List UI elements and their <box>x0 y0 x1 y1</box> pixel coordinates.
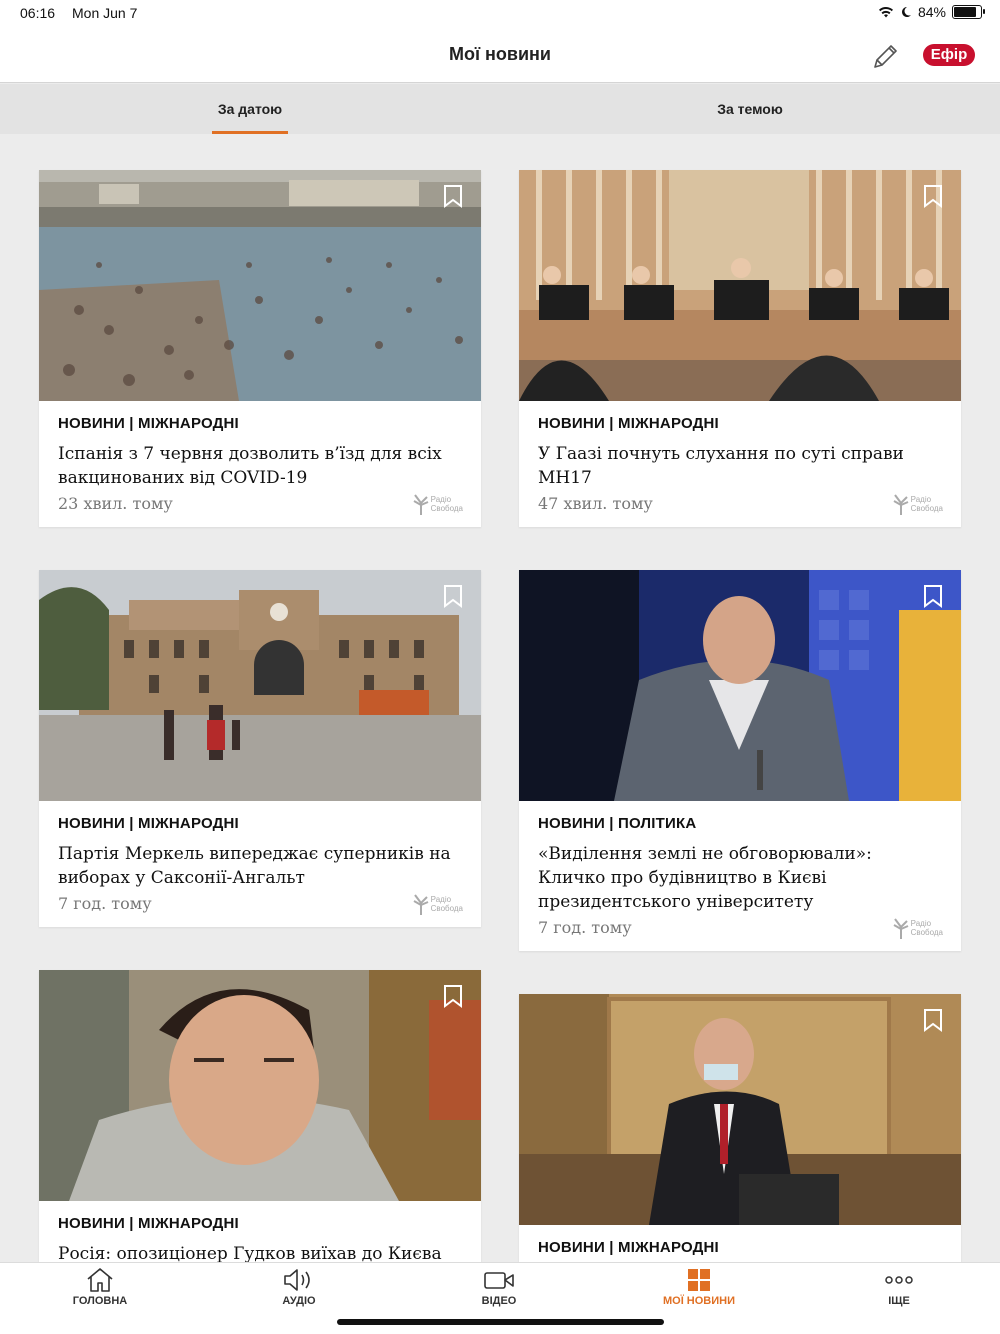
article-card[interactable]: НОВИНИ | ПОЛІТИКА «Виділення землі не об… <box>519 570 961 951</box>
radio-svoboda-logo: Радіо Свобода <box>413 893 463 915</box>
nav-label: ГОЛОВНА <box>72 1295 128 1307</box>
article-card[interactable]: НОВИНИ | МІЖНАРОДНІ Партія Меркель випер… <box>39 570 481 927</box>
audio-icon <box>284 1269 310 1291</box>
home-indicator <box>337 1319 664 1325</box>
nav-label: МОЇ НОВИНИ <box>662 1295 735 1307</box>
article-category: НОВИНИ | МІЖНАРОДНІ <box>58 415 239 432</box>
article-headline[interactable]: «Виділення землі не обговорювали»: Кличк… <box>538 842 942 914</box>
live-button[interactable]: Ефір <box>923 44 975 66</box>
bookmark-icon[interactable] <box>923 584 943 608</box>
nav-label: ІЩЕ <box>888 1295 910 1307</box>
article-headline[interactable]: У Гаазі почнуть слухання по суті справи … <box>538 442 942 490</box>
app-header: Мої новини Ефір <box>0 28 1000 83</box>
nav-audio[interactable]: АУДІО <box>199 1263 399 1323</box>
tab-by-date[interactable]: За датою <box>0 84 500 134</box>
article-headline[interactable]: Партія Меркель випереджає суперників на … <box>58 842 462 890</box>
battery-icon <box>952 5 985 19</box>
article-image[interactable] <box>39 570 481 801</box>
article-card[interactable]: НОВИНИ | МІЖНАРОДНІ У Гаазі почнуть слух… <box>519 170 961 527</box>
tab-bar: За датою За темою <box>0 84 1000 134</box>
article-image[interactable] <box>39 970 481 1201</box>
article-time: 47 хвил. тому <box>538 494 653 513</box>
bookmark-icon[interactable] <box>443 584 463 608</box>
article-time: 23 хвил. тому <box>58 494 173 513</box>
article-card[interactable]: НОВИНИ | МІЖНАРОДНІ Росія: опозиціонер Г… <box>39 970 481 1262</box>
article-headline[interactable]: Росія: опозиціонер Гудков виїхав до Києв… <box>58 1242 462 1262</box>
article-card[interactable]: НОВИНИ | МІЖНАРОДНІ Іспанія з 7 червня д… <box>39 170 481 527</box>
status-right: 84% <box>878 4 985 20</box>
moon-icon <box>901 7 911 17</box>
bookmark-icon[interactable] <box>923 1008 943 1032</box>
status-time: 06:16 <box>20 5 56 21</box>
pencil-icon[interactable] <box>870 40 902 72</box>
article-image[interactable] <box>39 170 481 401</box>
article-category: НОВИНИ | МІЖНАРОДНІ <box>58 1215 239 1232</box>
home-icon <box>87 1268 113 1292</box>
bookmark-icon[interactable] <box>443 984 463 1008</box>
nav-video[interactable]: ВІДЕО <box>399 1263 599 1323</box>
video-icon <box>484 1272 514 1289</box>
radio-svoboda-logo: Радіо Свобода <box>893 493 943 515</box>
article-category: НОВИНИ | ПОЛІТИКА <box>538 815 697 832</box>
article-time: 7 год. тому <box>58 894 152 913</box>
nav-home[interactable]: ГОЛОВНА <box>0 1263 200 1323</box>
wifi-icon <box>878 7 893 18</box>
tab-by-topic[interactable]: За темою <box>500 84 1000 134</box>
article-category: НОВИНИ | МІЖНАРОДНІ <box>58 815 239 832</box>
bookmark-icon[interactable] <box>443 184 463 208</box>
radio-svoboda-logo: Радіо Свобода <box>413 493 463 515</box>
nav-label: ВІДЕО <box>481 1295 517 1307</box>
article-image[interactable] <box>519 994 961 1225</box>
article-image[interactable] <box>519 570 961 801</box>
nav-label: АУДІО <box>282 1295 316 1307</box>
article-headline[interactable]: Іспанія з 7 червня дозволить в’їзд для в… <box>58 442 462 490</box>
nav-more[interactable]: ІЩЕ <box>799 1263 999 1323</box>
status-bar: 06:16 Mon Jun 7 84% <box>0 0 1000 28</box>
status-date: Mon Jun 7 <box>72 5 138 21</box>
article-card[interactable]: НОВИНИ | МІЖНАРОДНІ <box>519 994 961 1262</box>
bookmark-icon[interactable] <box>923 184 943 208</box>
more-icon <box>885 1276 913 1284</box>
article-category: НОВИНИ | МІЖНАРОДНІ <box>538 1239 719 1256</box>
article-category: НОВИНИ | МІЖНАРОДНІ <box>538 415 719 432</box>
radio-svoboda-logo: Радіо Свобода <box>893 917 943 939</box>
article-image[interactable] <box>519 170 961 401</box>
page-title: Мої новини <box>449 44 551 64</box>
grid-icon <box>688 1269 710 1291</box>
article-time: 7 год. тому <box>538 918 632 937</box>
nav-my-news[interactable]: МОЇ НОВИНИ <box>599 1263 799 1323</box>
battery-percent: 84% <box>917 4 946 20</box>
